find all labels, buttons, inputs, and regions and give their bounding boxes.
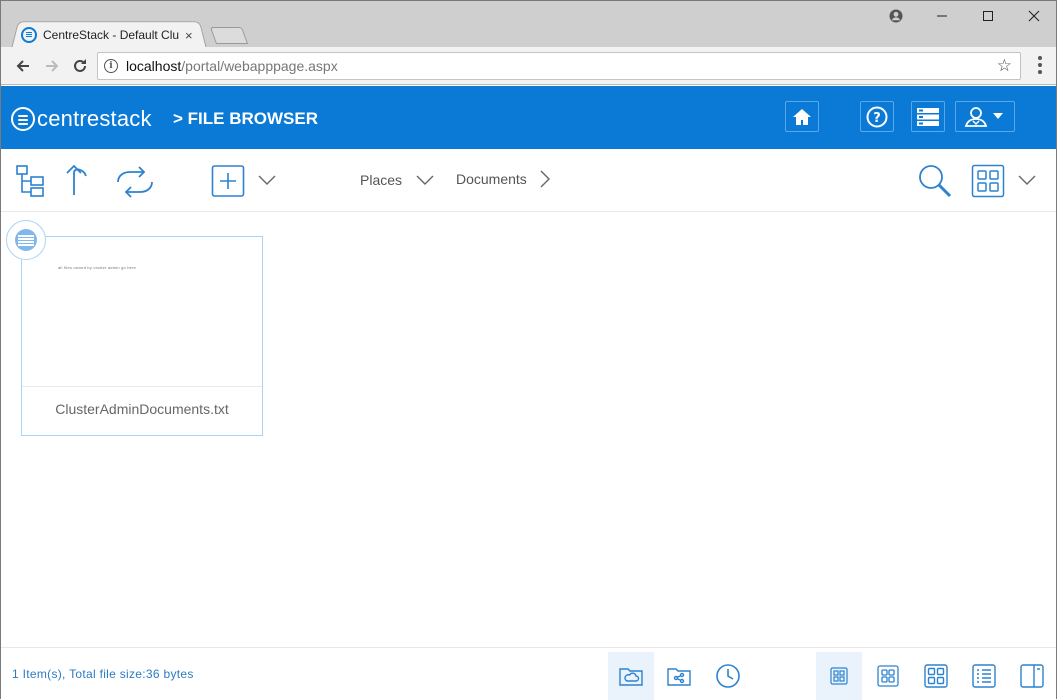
text-file-lines-icon xyxy=(15,229,37,251)
forward-icon[interactable] xyxy=(39,53,65,79)
tree-view-icon[interactable] xyxy=(15,164,47,198)
file-name[interactable]: ClusterAdminDocuments.txt xyxy=(22,401,262,417)
breadcrumb-chevron-right-icon[interactable] xyxy=(537,169,553,189)
page-title: > FILE BROWSER xyxy=(173,109,318,128)
home-button[interactable] xyxy=(785,101,819,132)
detail-list-icon xyxy=(972,664,996,688)
up-folder-icon[interactable] xyxy=(63,163,89,197)
browser-tab-content[interactable]: CentreStack - Default Clu × xyxy=(21,23,201,47)
breadcrumb-documents[interactable]: Documents xyxy=(456,171,527,187)
storage-icon xyxy=(917,107,939,126)
svg-text:?: ? xyxy=(873,111,881,126)
small-thumbnail-view-button[interactable] xyxy=(816,652,862,700)
status-footer: 1 Item(s), Total file size:36 bytes xyxy=(1,647,1056,700)
cloud-folder-button[interactable] xyxy=(608,652,654,700)
refresh-icon[interactable] xyxy=(113,165,157,199)
address-bar[interactable]: i localhost /portal/webapppage.aspx ☆ xyxy=(97,52,1021,80)
text-file-type-icon xyxy=(6,220,46,260)
help-button[interactable]: ? xyxy=(860,101,894,132)
bookmark-star-icon[interactable]: ☆ xyxy=(997,56,1012,76)
add-icon[interactable] xyxy=(211,165,245,197)
file-card[interactable]: all files owned by cluster admin go here… xyxy=(21,236,263,436)
minimize-icon[interactable] xyxy=(927,5,957,27)
cloud-folder-icon xyxy=(619,668,643,686)
small-thumbnail-icon xyxy=(830,667,848,685)
url-path: /portal/webapppage.aspx xyxy=(181,58,338,74)
view-mode-icon[interactable] xyxy=(971,164,1005,198)
profile-icon[interactable] xyxy=(881,5,911,27)
centrestack-favicon-icon xyxy=(21,27,37,43)
tab-close-icon[interactable]: × xyxy=(185,28,193,43)
logo-text-prefix: centre xyxy=(37,106,100,131)
shared-folder-button[interactable] xyxy=(656,652,702,700)
window-frame-left xyxy=(0,0,1,699)
recent-icon xyxy=(716,664,740,688)
back-icon[interactable] xyxy=(10,53,36,79)
recent-files-button[interactable] xyxy=(705,652,751,700)
reload-icon[interactable] xyxy=(67,53,93,79)
browser-toolbar: i localhost /portal/webapppage.aspx ☆ xyxy=(0,47,1057,85)
status-text: 1 Item(s), Total file size:36 bytes xyxy=(12,667,194,681)
medium-thumbnail-view-button[interactable] xyxy=(865,652,911,700)
add-dropdown-chevron-icon[interactable] xyxy=(257,172,277,188)
large-thumbnail-icon xyxy=(924,664,948,688)
places-chevron-down-icon[interactable] xyxy=(415,172,435,188)
logo-mark-icon xyxy=(11,107,35,131)
user-menu-icon xyxy=(964,106,1003,127)
close-icon[interactable] xyxy=(1019,5,1049,27)
help-icon: ? xyxy=(866,106,888,127)
browser-titlebar: CentreStack - Default Clu × xyxy=(0,0,1057,49)
home-icon xyxy=(793,108,811,125)
site-info-icon[interactable]: i xyxy=(104,59,118,73)
shared-folder-icon xyxy=(667,668,691,686)
preview-pane-toggle-button[interactable] xyxy=(1009,652,1055,700)
new-tab-button[interactable] xyxy=(209,27,249,44)
logo-text: centrestack xyxy=(37,106,152,132)
file-toolbar: Places Documents xyxy=(1,149,1056,212)
search-icon[interactable] xyxy=(917,163,953,199)
maximize-icon[interactable] xyxy=(973,5,1003,27)
file-preview-thumbnail[interactable]: all files owned by cluster admin go here xyxy=(22,237,262,387)
app-header: centrestack > FILE BROWSER ? xyxy=(1,86,1056,149)
view-mode-chevron-down-icon[interactable] xyxy=(1017,172,1037,188)
user-menu-button[interactable] xyxy=(955,101,1015,132)
medium-thumbnail-icon xyxy=(877,665,899,687)
large-thumbnail-view-button[interactable] xyxy=(913,652,959,700)
logo-text-suffix: stack xyxy=(99,106,152,131)
detail-list-view-button[interactable] xyxy=(961,652,1007,700)
storage-button[interactable] xyxy=(911,101,945,132)
browser-menu-icon[interactable] xyxy=(1038,56,1042,74)
file-preview-text: all files owned by cluster admin go here xyxy=(58,265,137,270)
tab-title: CentreStack - Default Clu xyxy=(43,28,179,42)
preview-pane-icon xyxy=(1020,664,1044,688)
url-host: localhost xyxy=(126,58,182,74)
places-menu[interactable]: Places xyxy=(360,172,402,188)
centrestack-logo[interactable]: centrestack xyxy=(11,106,152,132)
